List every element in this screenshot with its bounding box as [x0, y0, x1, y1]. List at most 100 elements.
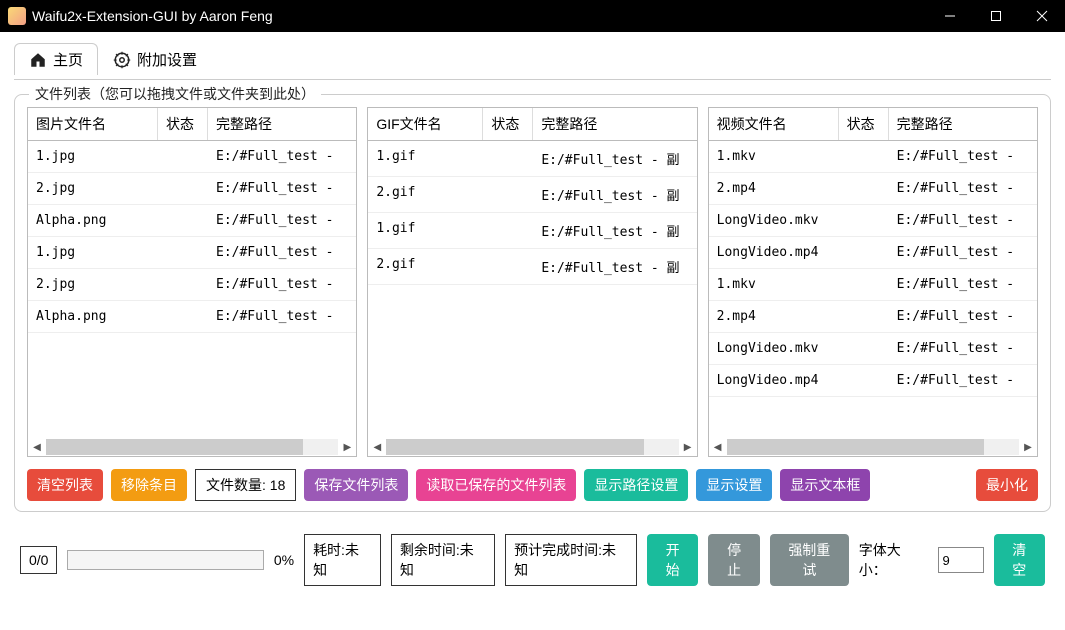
- gif-table[interactable]: GIF文件名 状态 完整路径 1.gifE:/#Full_test - 副2.g…: [367, 107, 697, 457]
- scroll-right-icon[interactable]: ▶: [338, 438, 356, 456]
- col-gif-name[interactable]: GIF文件名: [368, 108, 483, 140]
- progress-counter: 0/0: [20, 546, 57, 574]
- table-row[interactable]: 1.gif E:/#Full_test - 副: [368, 213, 696, 249]
- table-row[interactable]: 1.gif E:/#Full_test - 副: [368, 141, 696, 177]
- cell-name: 1.mkv: [709, 269, 839, 300]
- tab-home[interactable]: 主页: [14, 43, 98, 75]
- elapsed-label: 耗时:未知: [304, 534, 381, 586]
- tab-settings[interactable]: 附加设置: [98, 43, 212, 75]
- file-list-group: 文件列表（您可以拖拽文件或文件夹到此处） 图片文件名 状态 完整路径 1.jpg…: [14, 94, 1051, 512]
- col-vid-name[interactable]: 视频文件名: [709, 108, 839, 140]
- load-list-button[interactable]: 读取已保存的文件列表: [416, 469, 576, 501]
- col-status[interactable]: 状态: [839, 108, 889, 140]
- cell-name: 1.gif: [368, 141, 483, 176]
- cell-path: E:/#Full_test -: [889, 205, 1037, 236]
- cell-path: E:/#Full_test -: [208, 269, 356, 300]
- table-row[interactable]: LongVideo.mkv E:/#Full_test -: [709, 205, 1037, 237]
- cell-name: 2.jpg: [28, 269, 158, 300]
- cell-name: Alpha.png: [28, 301, 158, 332]
- scroll-left-icon[interactable]: ◀: [368, 438, 386, 456]
- video-table[interactable]: 视频文件名 状态 完整路径 1.mkv E:/#Full_test - 2.mp4 E…: [708, 107, 1038, 457]
- cell-status: [158, 205, 208, 236]
- table-row[interactable]: LongVideo.mp4E:/#Full_test -: [709, 365, 1037, 397]
- cell-name: LongVideo.mkv: [709, 205, 839, 236]
- clear-list-button[interactable]: 清空列表: [27, 469, 103, 501]
- minimize-button[interactable]: 最小化: [976, 469, 1038, 501]
- cell-status: [158, 269, 208, 300]
- app-icon: [8, 7, 26, 25]
- table-row[interactable]: LongVideo.mp4 E:/#Full_test -: [709, 237, 1037, 269]
- cell-name: 1.jpg: [28, 237, 158, 268]
- window-title: Waifu2x-Extension-GUI by Aaron Feng: [32, 8, 927, 24]
- show-settings-button[interactable]: 显示设置: [696, 469, 772, 501]
- cell-status: [839, 365, 889, 396]
- scroll-right-icon[interactable]: ▶: [1019, 438, 1037, 456]
- col-img-name[interactable]: 图片文件名: [28, 108, 158, 140]
- cell-status: [839, 333, 889, 364]
- progress-bar: [67, 550, 263, 570]
- cell-name: LongVideo.mp4: [709, 237, 839, 268]
- cell-path: E:/#Full_test -: [889, 301, 1037, 332]
- table-row[interactable]: 2.mp4 E:/#Full_test -: [709, 301, 1037, 333]
- show-textbox-button[interactable]: 显示文本框: [780, 469, 870, 501]
- table-row[interactable]: 1.mkvE:/#Full_test -: [709, 141, 1037, 173]
- cell-name: 2.mp4: [709, 301, 839, 332]
- scroll-left-icon[interactable]: ◀: [709, 438, 727, 456]
- cell-status: [483, 141, 533, 176]
- cell-path: E:/#Full_test -: [889, 237, 1037, 268]
- table-row[interactable]: 1.jpgE:/#Full_test -: [28, 141, 356, 173]
- cell-status: [158, 301, 208, 332]
- table-row[interactable]: 2.mp4E:/#Full_test -: [709, 173, 1037, 205]
- cell-path: E:/#Full_test -: [208, 237, 356, 268]
- image-table[interactable]: 图片文件名 状态 完整路径 1.jpg E:/#Full_test - 2.jpg E…: [27, 107, 357, 457]
- clear-button[interactable]: 清空: [994, 534, 1045, 586]
- window-close-button[interactable]: [1019, 0, 1065, 32]
- window-maximize-button[interactable]: [973, 0, 1019, 32]
- cell-path: E:/#Full_test -: [889, 365, 1037, 396]
- cell-name: Alpha.png: [28, 205, 158, 236]
- font-size-input[interactable]: [938, 547, 984, 573]
- col-path[interactable]: 完整路径: [208, 108, 356, 140]
- cell-status: [839, 141, 889, 172]
- cell-name: 1.gif: [368, 213, 483, 248]
- save-list-button[interactable]: 保存文件列表: [304, 469, 408, 501]
- cell-path: E:/#Full_test - 副: [533, 141, 696, 176]
- video-table-hscroll[interactable]: ◀ ▶: [709, 438, 1037, 456]
- table-row[interactable]: 2.jpgE:/#Full_test -: [28, 173, 356, 205]
- cell-status: [483, 249, 533, 284]
- col-status[interactable]: 状态: [158, 108, 208, 140]
- cell-path: E:/#Full_test -: [208, 301, 356, 332]
- progress-percent: 0%: [274, 552, 294, 568]
- cell-status: [158, 237, 208, 268]
- stop-button[interactable]: 停止: [708, 534, 759, 586]
- start-button[interactable]: 开始: [647, 534, 698, 586]
- table-row[interactable]: 2.jpg E:/#Full_test -: [28, 269, 356, 301]
- table-row[interactable]: 2.gifE:/#Full_test - 副: [368, 249, 696, 285]
- cell-name: LongVideo.mkv: [709, 333, 839, 364]
- window-minimize-button[interactable]: [927, 0, 973, 32]
- table-row[interactable]: 1.jpg E:/#Full_test -: [28, 237, 356, 269]
- cell-path: E:/#Full_test -: [889, 269, 1037, 300]
- table-row[interactable]: Alpha.png E:/#Full_test -: [28, 301, 356, 333]
- table-row[interactable]: 1.mkv E:/#Full_test -: [709, 269, 1037, 301]
- cell-path: E:/#Full_test -: [208, 141, 356, 172]
- gif-table-hscroll[interactable]: ◀ ▶: [368, 438, 696, 456]
- table-row[interactable]: LongVideo.mkvE:/#Full_test -: [709, 333, 1037, 365]
- cell-path: E:/#Full_test - 副: [533, 177, 696, 212]
- cell-status: [839, 205, 889, 236]
- table-row[interactable]: 2.gifE:/#Full_test - 副: [368, 177, 696, 213]
- col-status[interactable]: 状态: [483, 108, 533, 140]
- remove-item-button[interactable]: 移除条目: [111, 469, 187, 501]
- col-path[interactable]: 完整路径: [889, 108, 1037, 140]
- table-row[interactable]: Alpha.pngE:/#Full_test -: [28, 205, 356, 237]
- scroll-right-icon[interactable]: ▶: [679, 438, 697, 456]
- cell-path: E:/#Full_test - 副: [533, 213, 696, 248]
- cell-path: E:/#Full_test -: [208, 173, 356, 204]
- show-path-button[interactable]: 显示路径设置: [584, 469, 688, 501]
- col-path[interactable]: 完整路径: [533, 108, 696, 140]
- scroll-left-icon[interactable]: ◀: [28, 438, 46, 456]
- cell-name: 2.gif: [368, 249, 483, 284]
- force-retry-button[interactable]: 强制重试: [770, 534, 849, 586]
- remaining-label: 剩余时间:未知: [391, 534, 495, 586]
- image-table-hscroll[interactable]: ◀ ▶: [28, 438, 356, 456]
